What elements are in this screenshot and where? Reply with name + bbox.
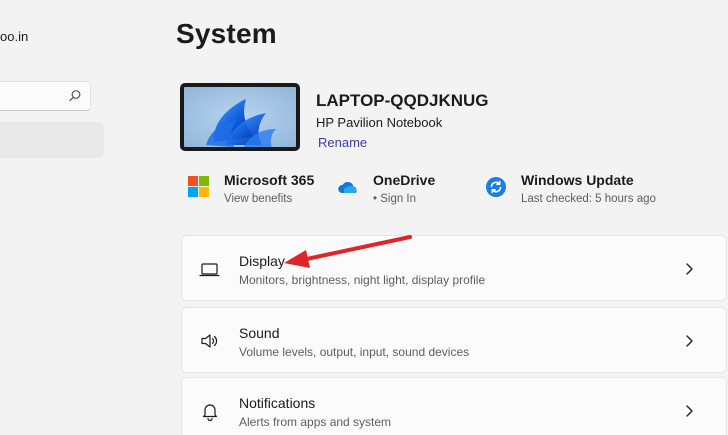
- monitor-icon: [199, 263, 220, 277]
- speaker-icon: [201, 334, 218, 348]
- card-title: Sound: [239, 325, 280, 341]
- search-icon: [69, 90, 81, 102]
- account-email: oo.in: [0, 29, 29, 44]
- card-title: Notifications: [239, 395, 316, 411]
- card-description: Monitors, brightness, night light, displ…: [239, 273, 486, 287]
- chevron-right-icon: [686, 405, 693, 417]
- annotation-arrow-icon: [284, 235, 412, 268]
- card-description: Alerts from apps and system: [239, 415, 392, 429]
- quick-link-windows-update[interactable]: Windows Update Last checked: 5 hours ago: [485, 170, 685, 210]
- settings-card-sound[interactable]: Sound Volume levels, output, input, soun…: [181, 307, 727, 373]
- device-name: LAPTOP-QQDJKNUG: [316, 91, 489, 110]
- search-input[interactable]: [0, 81, 91, 111]
- settings-card-display[interactable]: Display Monitors, brightness, night ligh…: [181, 235, 727, 301]
- windows-update-icon: [486, 177, 506, 197]
- sidebar-item-system[interactable]: [0, 122, 104, 158]
- bell-icon: [202, 404, 218, 422]
- quick-link-subtitle: Last checked: 5 hours ago: [521, 193, 656, 205]
- chevron-right-icon: [686, 335, 693, 347]
- quick-link-microsoft-365[interactable]: Microsoft 365 View benefits: [188, 170, 328, 210]
- onedrive-cloud-icon: [338, 182, 357, 193]
- device-wallpaper-image: [180, 83, 300, 151]
- rename-link[interactable]: Rename: [318, 135, 367, 150]
- microsoft-logo-icon: [188, 176, 209, 197]
- device-model: HP Pavilion Notebook: [316, 115, 443, 130]
- quick-link-subtitle: • Sign In: [373, 193, 417, 205]
- quick-link-subtitle: View benefits: [224, 193, 293, 205]
- card-title: Display: [239, 253, 285, 269]
- quick-link-onedrive[interactable]: OneDrive • Sign In: [337, 170, 467, 210]
- card-description: Volume levels, output, input, sound devi…: [239, 345, 470, 359]
- page-title: System: [176, 18, 277, 49]
- quick-link-title: Windows Update: [521, 172, 634, 188]
- settings-card-notifications[interactable]: Notifications Alerts from apps and syste…: [181, 377, 727, 435]
- chevron-right-icon: [686, 263, 693, 275]
- quick-link-title: Microsoft 365: [224, 172, 315, 188]
- quick-link-title: OneDrive: [373, 172, 436, 188]
